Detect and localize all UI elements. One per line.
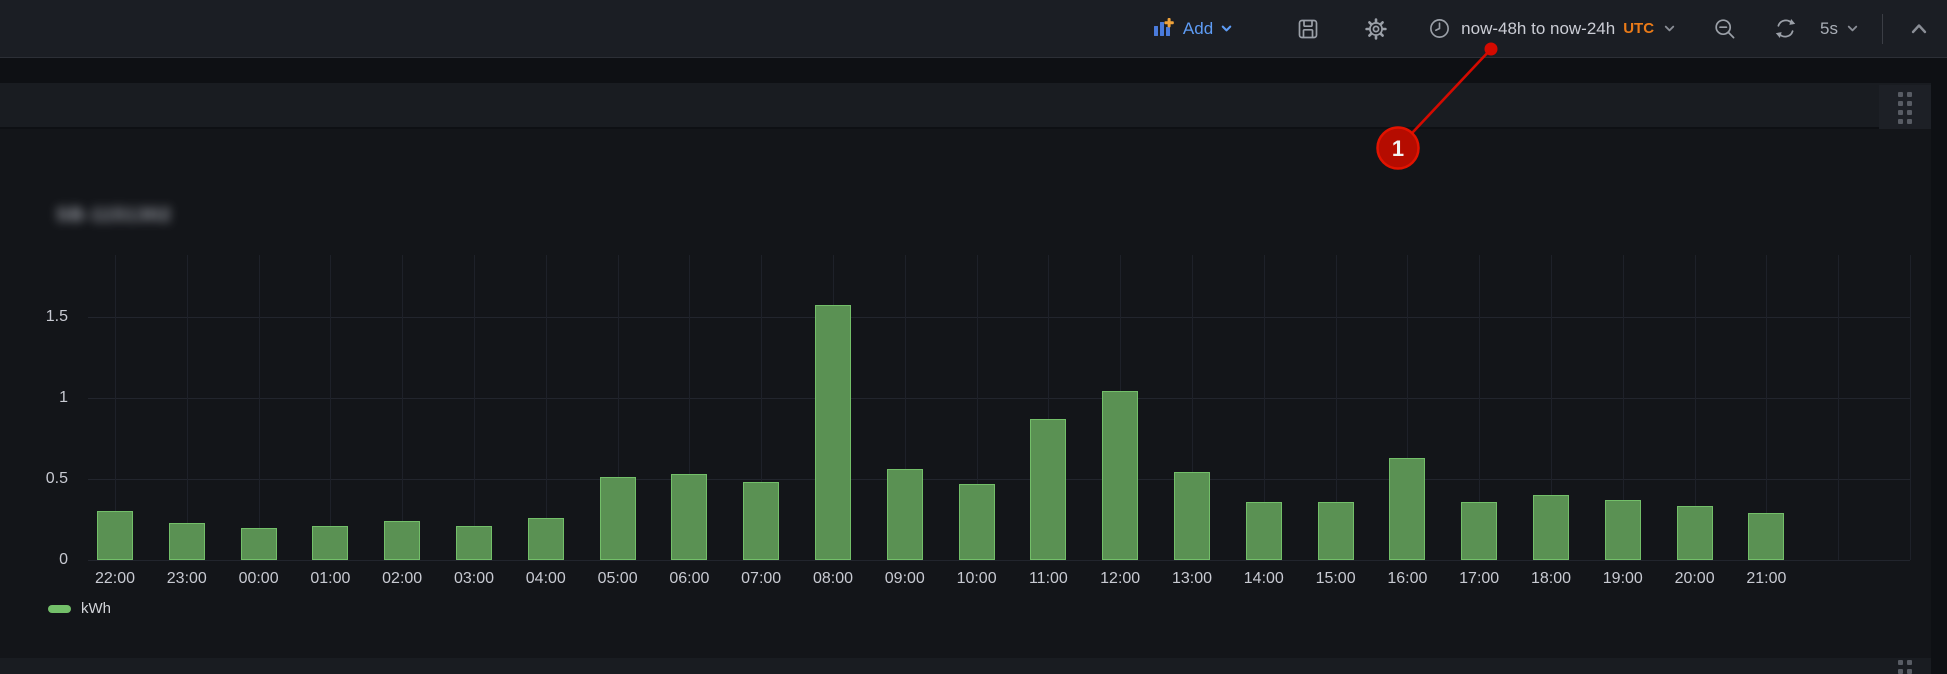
timezone-label: UTC bbox=[1623, 20, 1654, 37]
bar-20:00[interactable] bbox=[1677, 506, 1713, 560]
grid-line-x bbox=[259, 255, 260, 560]
panel-header-band bbox=[0, 83, 1931, 127]
x-axis-tick-label: 14:00 bbox=[1226, 570, 1302, 588]
panel-drag-handle[interactable] bbox=[1879, 660, 1931, 674]
toolbar-divider bbox=[1882, 14, 1883, 44]
clock-icon bbox=[1428, 17, 1451, 40]
bar-17:00[interactable] bbox=[1461, 502, 1497, 560]
bar-06:00[interactable] bbox=[671, 474, 707, 560]
grid-line-x bbox=[1838, 255, 1839, 560]
grid-line-y bbox=[88, 560, 1910, 561]
chevron-up-icon bbox=[1907, 17, 1931, 41]
legend-series-marker bbox=[48, 605, 71, 613]
bar-chart-plot-area[interactable] bbox=[88, 255, 1910, 560]
bar-08:00[interactable] bbox=[815, 305, 851, 560]
y-axis-tick-label: 0 bbox=[0, 552, 68, 568]
bar-02:00[interactable] bbox=[384, 521, 420, 560]
zoom-out-time-range-button[interactable] bbox=[1713, 17, 1737, 41]
grid-line-y bbox=[88, 398, 1910, 399]
graph-bar-plus-icon bbox=[1151, 17, 1175, 41]
x-axis-tick-label: 11:00 bbox=[1010, 570, 1086, 588]
x-axis-tick-label: 06:00 bbox=[651, 570, 727, 588]
x-axis-tick-label: 10:00 bbox=[939, 570, 1015, 588]
next-panel-band bbox=[0, 658, 1931, 674]
save-dashboard-button[interactable] bbox=[1296, 17, 1320, 41]
x-axis-tick-label: 04:00 bbox=[508, 570, 584, 588]
gear-icon bbox=[1364, 17, 1388, 41]
x-axis-tick-label: 23:00 bbox=[149, 570, 225, 588]
bar-14:00[interactable] bbox=[1246, 502, 1282, 560]
x-axis-tick-label: 01:00 bbox=[292, 570, 368, 588]
x-axis-tick-label: 05:00 bbox=[580, 570, 656, 588]
refresh-icon[interactable] bbox=[1773, 16, 1798, 41]
bar-07:00[interactable] bbox=[743, 482, 779, 560]
x-axis-tick-label: 22:00 bbox=[77, 570, 153, 588]
grip-dots-icon bbox=[1898, 660, 1912, 674]
grid-line-x bbox=[187, 255, 188, 560]
x-axis-tick-label: 17:00 bbox=[1441, 570, 1517, 588]
x-axis-tick-label: 20:00 bbox=[1657, 570, 1733, 588]
x-axis-tick-label: 18:00 bbox=[1513, 570, 1589, 588]
refresh-controls[interactable]: 5s bbox=[1773, 16, 1860, 41]
chevron-down-icon[interactable] bbox=[1845, 21, 1860, 36]
add-button-label: Add bbox=[1183, 19, 1213, 39]
time-range-label: now-48h to now-24h bbox=[1461, 19, 1615, 39]
x-axis-tick-label: 02:00 bbox=[364, 570, 440, 588]
grid-line-x bbox=[546, 255, 547, 560]
bar-09:00[interactable] bbox=[887, 469, 923, 560]
bar-23:00[interactable] bbox=[169, 523, 205, 560]
bar-13:00[interactable] bbox=[1174, 472, 1210, 560]
dashboard-settings-button[interactable] bbox=[1364, 17, 1388, 41]
add-button[interactable]: Add bbox=[1151, 17, 1234, 41]
bar-18:00[interactable] bbox=[1533, 495, 1569, 560]
y-axis-tick-label: 1.5 bbox=[0, 309, 68, 325]
collapse-toolbar-button[interactable] bbox=[1907, 17, 1931, 41]
bar-03:00[interactable] bbox=[456, 526, 492, 560]
y-axis-tick-label: 1 bbox=[0, 390, 68, 406]
grid-line-x bbox=[330, 255, 331, 560]
bar-01:00[interactable] bbox=[312, 526, 348, 560]
x-axis-tick-label: 08:00 bbox=[795, 570, 871, 588]
zoom-out-icon bbox=[1713, 17, 1737, 41]
grid-line-y bbox=[88, 479, 1910, 480]
bar-15:00[interactable] bbox=[1318, 502, 1354, 560]
x-axis-tick-label: 13:00 bbox=[1154, 570, 1230, 588]
refresh-interval-label: 5s bbox=[1820, 19, 1838, 39]
x-axis-tick-label: 00:00 bbox=[221, 570, 297, 588]
time-range-picker[interactable]: now-48h to now-24h UTC bbox=[1428, 17, 1677, 40]
bar-11:00[interactable] bbox=[1030, 419, 1066, 560]
legend-series-label: kWh bbox=[81, 600, 111, 617]
save-icon bbox=[1296, 17, 1320, 41]
panel-drag-handle[interactable] bbox=[1879, 85, 1931, 131]
grip-dots-icon bbox=[1898, 92, 1912, 124]
grid-line-x bbox=[1910, 255, 1911, 560]
panel-title-blurred: SB-1151302 bbox=[56, 205, 172, 231]
chevron-down-icon bbox=[1219, 21, 1234, 36]
x-axis-tick-label: 16:00 bbox=[1369, 570, 1445, 588]
chevron-down-icon bbox=[1662, 21, 1677, 36]
bar-16:00[interactable] bbox=[1389, 458, 1425, 560]
bar-22:00[interactable] bbox=[97, 511, 133, 560]
bar-19:00[interactable] bbox=[1605, 500, 1641, 560]
legend-item-kwh[interactable]: kWh bbox=[48, 600, 111, 617]
x-axis-tick-label: 21:00 bbox=[1728, 570, 1804, 588]
grid-line-y bbox=[88, 317, 1910, 318]
bar-21:00[interactable] bbox=[1748, 513, 1784, 560]
x-axis-tick-label: 12:00 bbox=[1082, 570, 1158, 588]
bar-10:00[interactable] bbox=[959, 484, 995, 560]
x-axis-tick-label: 15:00 bbox=[1298, 570, 1374, 588]
dashboard-toolbar: Add now-48h to now-24h UTC bbox=[0, 0, 1947, 58]
y-axis-tick-label: 0.5 bbox=[0, 471, 68, 487]
x-axis-tick-label: 07:00 bbox=[723, 570, 799, 588]
bar-04:00[interactable] bbox=[528, 518, 564, 560]
timeseries-panel[interactable]: SB-1151302 0 0.5 1 1.5 22:0023:0000:0001:00… bbox=[0, 129, 1931, 658]
grid-line-x bbox=[474, 255, 475, 560]
x-axis-tick-label: 09:00 bbox=[867, 570, 943, 588]
x-axis-tick-label: 03:00 bbox=[436, 570, 512, 588]
x-axis-tick-label: 19:00 bbox=[1585, 570, 1661, 588]
bar-00:00[interactable] bbox=[241, 528, 277, 560]
bar-12:00[interactable] bbox=[1102, 391, 1138, 560]
grid-line-x bbox=[402, 255, 403, 560]
bar-05:00[interactable] bbox=[600, 477, 636, 560]
